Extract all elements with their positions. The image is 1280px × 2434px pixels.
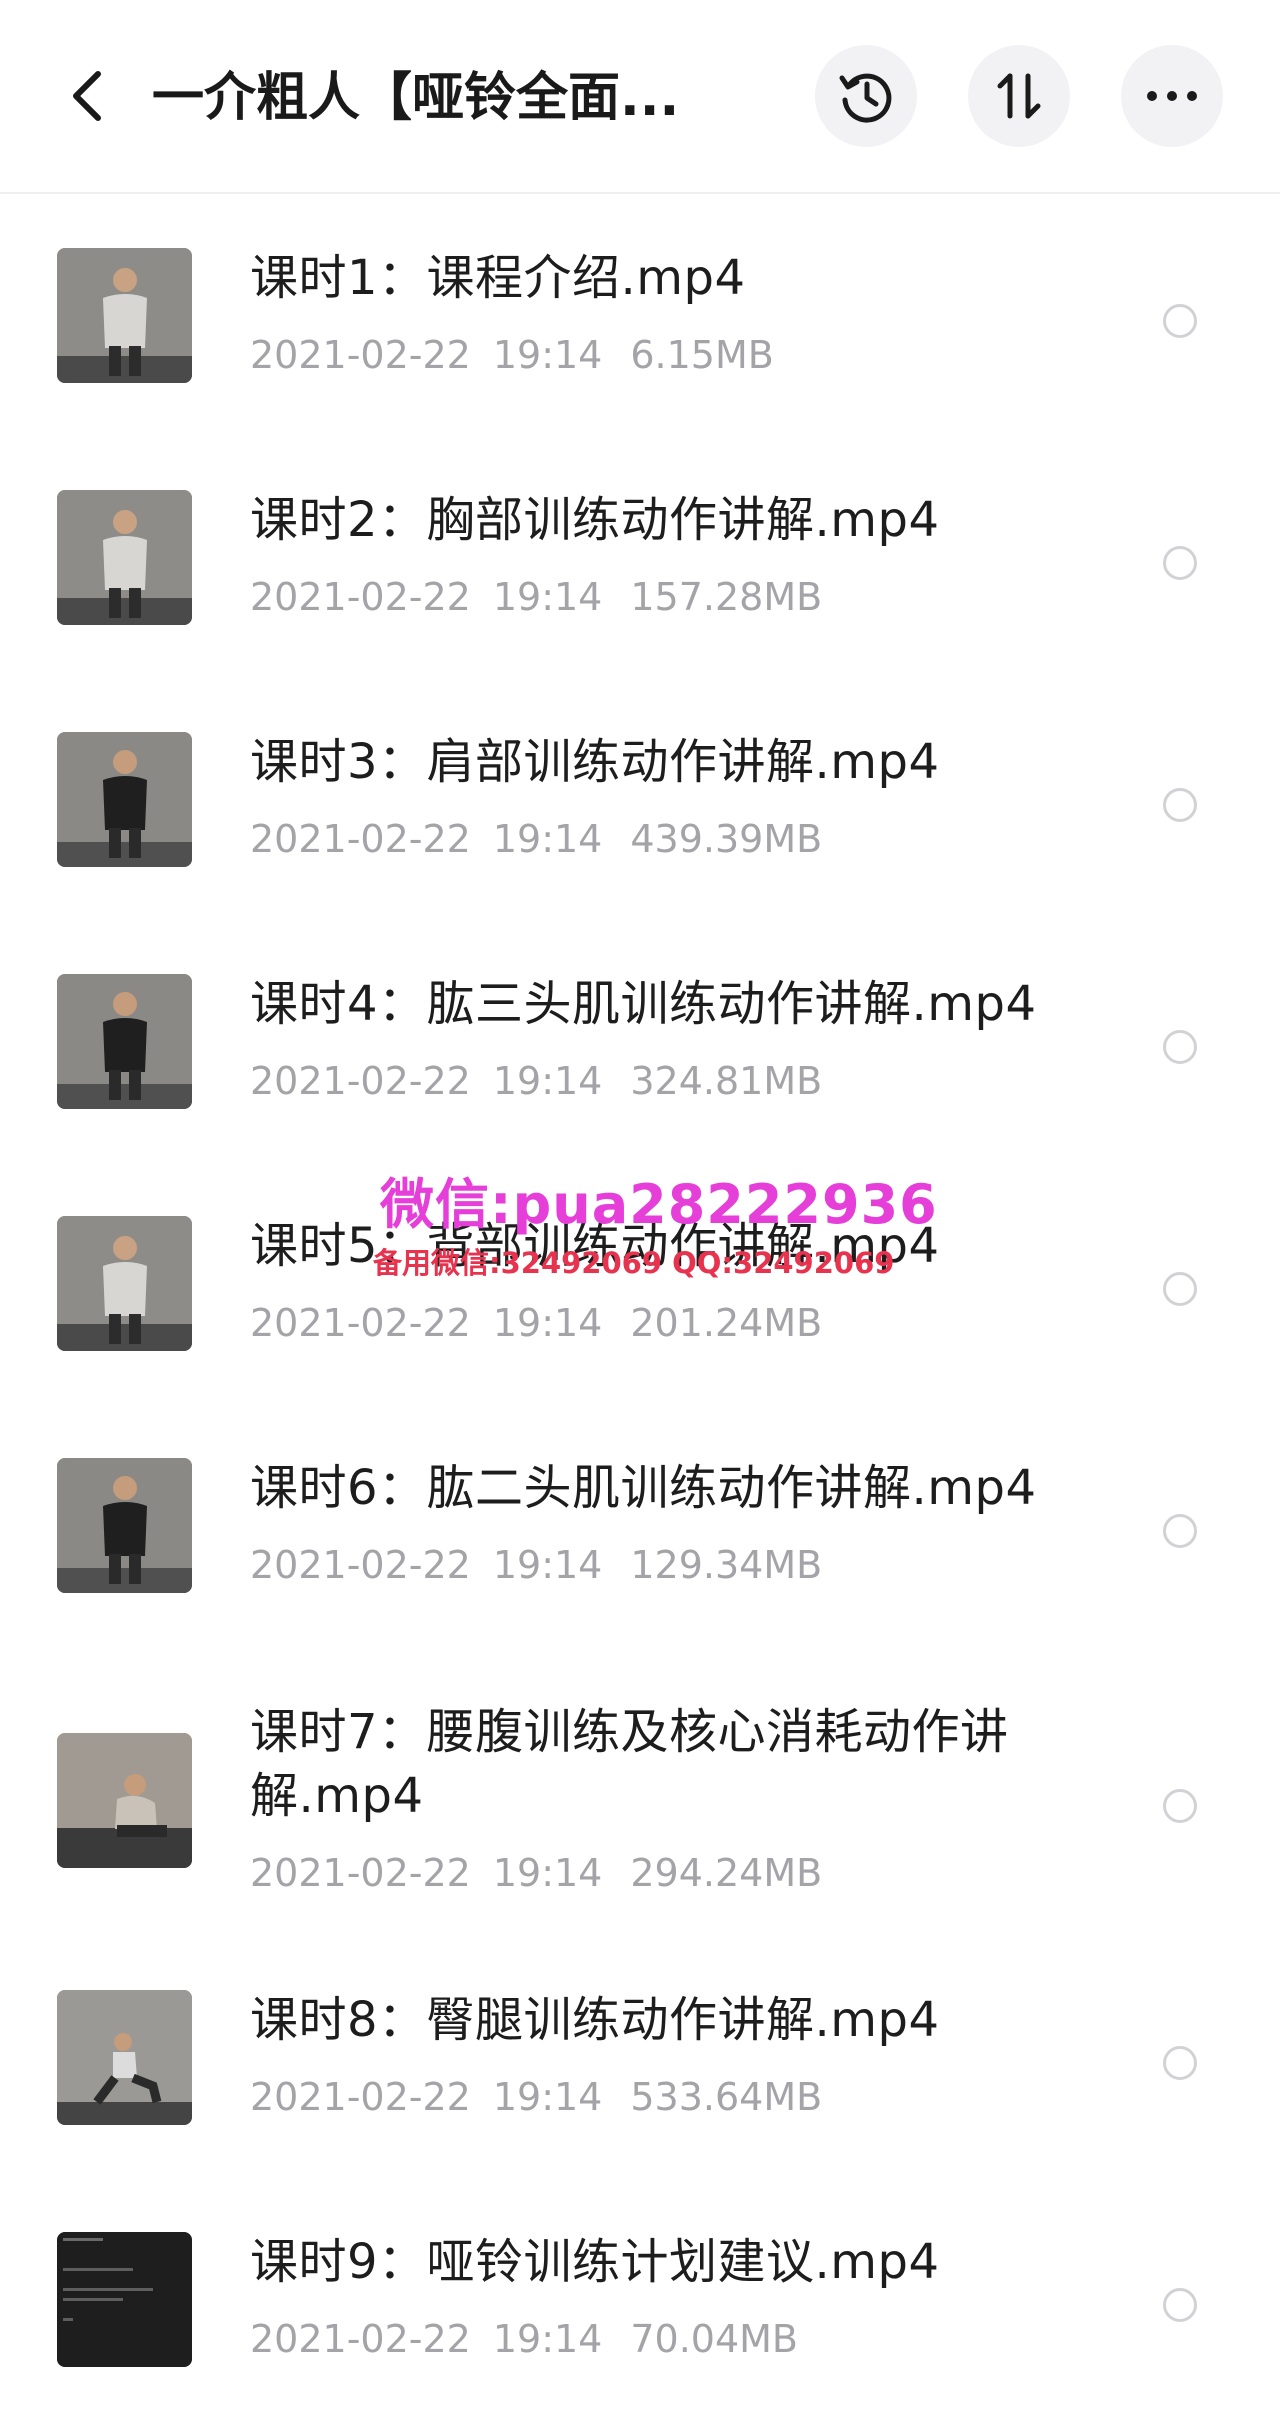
video-thumbnail — [57, 1458, 192, 1593]
history-clock-icon — [839, 73, 892, 123]
file-date: 2021-02-22 — [250, 817, 471, 861]
more-button[interactable] — [1121, 45, 1223, 147]
file-size: 533.64MB — [630, 2075, 823, 2119]
select-radio[interactable] — [1163, 2046, 1197, 2080]
file-meta: 2021-02-22 19:14 6.15MB — [250, 330, 774, 380]
file-time: 19:14 — [492, 2317, 603, 2361]
file-date: 2021-02-22 — [250, 1059, 471, 1103]
file-meta: 2021-02-22 19:14 157.28MB — [250, 572, 822, 622]
file-date: 2021-02-22 — [250, 2317, 471, 2361]
file-name: 课时1：课程介绍.mp4 — [250, 250, 746, 306]
file-time: 19:14 — [492, 817, 603, 861]
file-date: 2021-02-22 — [250, 333, 471, 377]
file-meta: 2021-02-22 19:14 533.64MB — [250, 2072, 822, 2122]
watermark-main: 微信:pua28222936 — [380, 1173, 938, 1236]
file-name: 课时4：肱三头肌训练动作讲解.mp4 — [250, 976, 1037, 1032]
chevron-left-icon — [73, 71, 101, 121]
file-meta: 2021-02-22 19:14 294.24MB — [250, 1848, 822, 1898]
select-radio[interactable] — [1163, 304, 1197, 338]
select-radio[interactable] — [1163, 546, 1197, 580]
file-time: 19:14 — [492, 1301, 603, 1345]
file-size: 439.39MB — [630, 817, 823, 861]
file-time: 19:14 — [492, 1543, 603, 1587]
file-date: 2021-02-22 — [250, 1543, 471, 1587]
select-radio[interactable] — [1163, 2288, 1197, 2322]
select-radio[interactable] — [1163, 1030, 1197, 1064]
file-name: 课时9：哑铃训练计划建议.mp4 — [250, 2234, 940, 2290]
video-thumbnail — [57, 1733, 192, 1868]
page-title: 一介粗人【哑铃全面... — [152, 68, 680, 128]
file-meta: 2021-02-22 19:14 324.81MB — [250, 1056, 822, 1106]
file-date: 2021-02-22 — [250, 2075, 471, 2119]
file-size: 129.34MB — [630, 1543, 823, 1587]
watermark-sub: 备用微信:32492069 QQ:32492069 — [373, 1246, 895, 1280]
sort-arrows-icon — [997, 73, 1041, 119]
video-thumbnail — [57, 974, 192, 1109]
file-time: 19:14 — [492, 2075, 603, 2119]
file-date: 2021-02-22 — [250, 575, 471, 619]
file-size: 157.28MB — [630, 575, 823, 619]
file-meta: 2021-02-22 19:14 439.39MB — [250, 814, 822, 864]
select-radio[interactable] — [1163, 1514, 1197, 1548]
video-thumbnail — [57, 2232, 192, 2367]
file-name: 课时6：肱二头肌训练动作讲解.mp4 — [250, 1460, 1037, 1516]
more-dots-icon — [1147, 91, 1197, 101]
file-time: 19:14 — [492, 1851, 603, 1895]
file-name: 课时8：臀腿训练动作讲解.mp4 — [250, 1992, 940, 2048]
file-time: 19:14 — [492, 575, 603, 619]
file-size: 294.24MB — [630, 1851, 823, 1895]
file-size: 6.15MB — [630, 333, 774, 377]
history-button[interactable] — [815, 45, 917, 147]
back-button[interactable] — [50, 52, 122, 140]
file-date: 2021-02-22 — [250, 1851, 471, 1895]
video-thumbnail — [57, 1216, 192, 1351]
select-radio[interactable] — [1163, 1789, 1197, 1823]
video-thumbnail — [57, 490, 192, 625]
file-meta: 2021-02-22 19:14 129.34MB — [250, 1540, 822, 1590]
video-thumbnail — [57, 732, 192, 867]
file-time: 19:14 — [492, 1059, 603, 1103]
file-size: 201.24MB — [630, 1301, 823, 1345]
file-time: 19:14 — [492, 333, 603, 377]
video-thumbnail — [57, 248, 192, 383]
file-meta: 2021-02-22 19:14 201.24MB — [250, 1298, 822, 1348]
file-size: 70.04MB — [630, 2317, 799, 2361]
select-radio[interactable] — [1163, 788, 1197, 822]
file-meta: 2021-02-22 19:14 70.04MB — [250, 2314, 798, 2364]
select-radio[interactable] — [1163, 1272, 1197, 1306]
file-name: 课时2：胸部训练动作讲解.mp4 — [250, 492, 940, 548]
video-thumbnail — [57, 1990, 192, 2125]
sort-button[interactable] — [968, 45, 1070, 147]
top-bar: 一介粗人【哑铃全面... — [0, 0, 1280, 194]
file-name: 课时7：腰腹训练及核心消耗动作讲解.mp4 — [250, 1704, 1009, 1824]
file-name: 课时3：肩部训练动作讲解.mp4 — [250, 734, 940, 790]
file-date: 2021-02-22 — [250, 1301, 471, 1345]
file-size: 324.81MB — [630, 1059, 823, 1103]
